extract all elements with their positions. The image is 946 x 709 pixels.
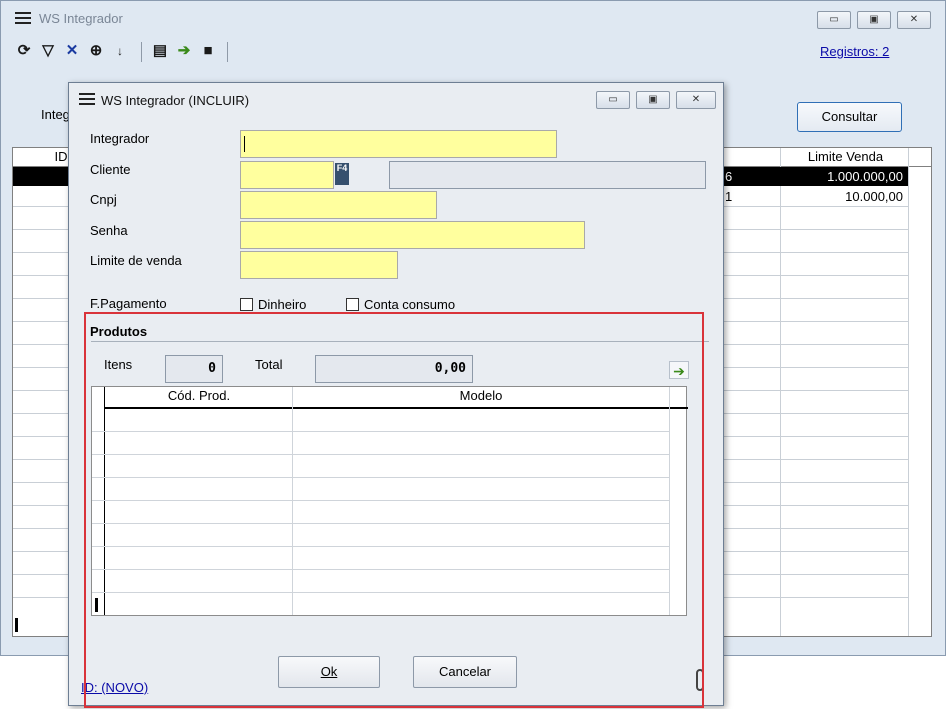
senha-input[interactable]	[240, 221, 585, 249]
registros-link[interactable]: Registros: 2	[820, 44, 889, 59]
close-button[interactable]: ✕	[897, 11, 931, 29]
column-divider	[908, 148, 909, 636]
filter-icon[interactable]: ▽	[39, 42, 57, 60]
table-cell-limite: 10.000,00	[845, 189, 903, 204]
menu-icon[interactable]	[15, 12, 31, 24]
main-title: WS Integrador	[39, 11, 123, 26]
highlight-frame	[84, 312, 704, 708]
find-icon[interactable]: ⊕	[87, 42, 105, 60]
refresh-icon[interactable]: ⟳	[15, 42, 33, 60]
pagamento-label: F.Pagamento	[90, 296, 167, 311]
restore-button[interactable]: ▣	[857, 11, 891, 29]
integrador-input[interactable]	[240, 130, 557, 158]
save-icon[interactable]: ■	[199, 42, 217, 60]
limite-label: Limite de venda	[90, 253, 182, 268]
dialog-menu-icon[interactable]	[79, 93, 95, 105]
consultar-button[interactable]: Consultar	[797, 102, 902, 132]
cliente-lookup-button[interactable]: F4	[335, 163, 349, 185]
clear-filter-icon[interactable]: ✕	[63, 42, 81, 60]
integrador-label: Integrador	[90, 131, 150, 146]
dialog-restore-button[interactable]: ▣	[636, 91, 670, 109]
sort-icon[interactable]: ↓	[111, 42, 129, 60]
column-divider	[780, 148, 781, 636]
table-cell: 6	[725, 169, 733, 184]
print-icon[interactable]: ▤	[151, 42, 169, 60]
dinheiro-label: Dinheiro	[258, 297, 307, 312]
minimize-button[interactable]: ▭	[817, 11, 851, 29]
cliente-code-input[interactable]	[240, 161, 334, 189]
dinheiro-checkbox[interactable]	[240, 298, 253, 311]
row-indicator	[15, 618, 18, 632]
toolbar-separator	[141, 42, 142, 62]
cnpj-input[interactable]	[240, 191, 437, 219]
table-cell: 1	[725, 189, 733, 204]
dialog-title: WS Integrador (INCLUIR)	[101, 93, 250, 108]
dialog-titlebar: WS Integrador (INCLUIR) ▭ ▣ ✕	[69, 83, 723, 119]
text-caret	[244, 136, 245, 152]
export-icon[interactable]: ➔	[175, 42, 193, 60]
conta-consumo-label: Conta consumo	[364, 297, 456, 312]
dialog-minimize-button[interactable]: ▭	[596, 91, 630, 109]
table-cell-limite: 1.000.000,00	[827, 169, 903, 184]
main-titlebar: WS Integrador ▭ ▣ ✕	[1, 1, 946, 35]
column-header-limite-venda[interactable]: Limite Venda	[783, 149, 908, 165]
dialog-close-button[interactable]: ✕	[676, 91, 716, 109]
cnpj-label: Cnpj	[90, 192, 117, 207]
filter-label: Integ	[41, 107, 70, 122]
toolbar-separator	[227, 42, 228, 62]
cliente-name-field	[389, 161, 706, 189]
limite-input[interactable]	[240, 251, 398, 279]
senha-label: Senha	[90, 223, 128, 238]
conta-consumo-checkbox[interactable]	[346, 298, 359, 311]
cliente-label: Cliente	[90, 162, 131, 177]
